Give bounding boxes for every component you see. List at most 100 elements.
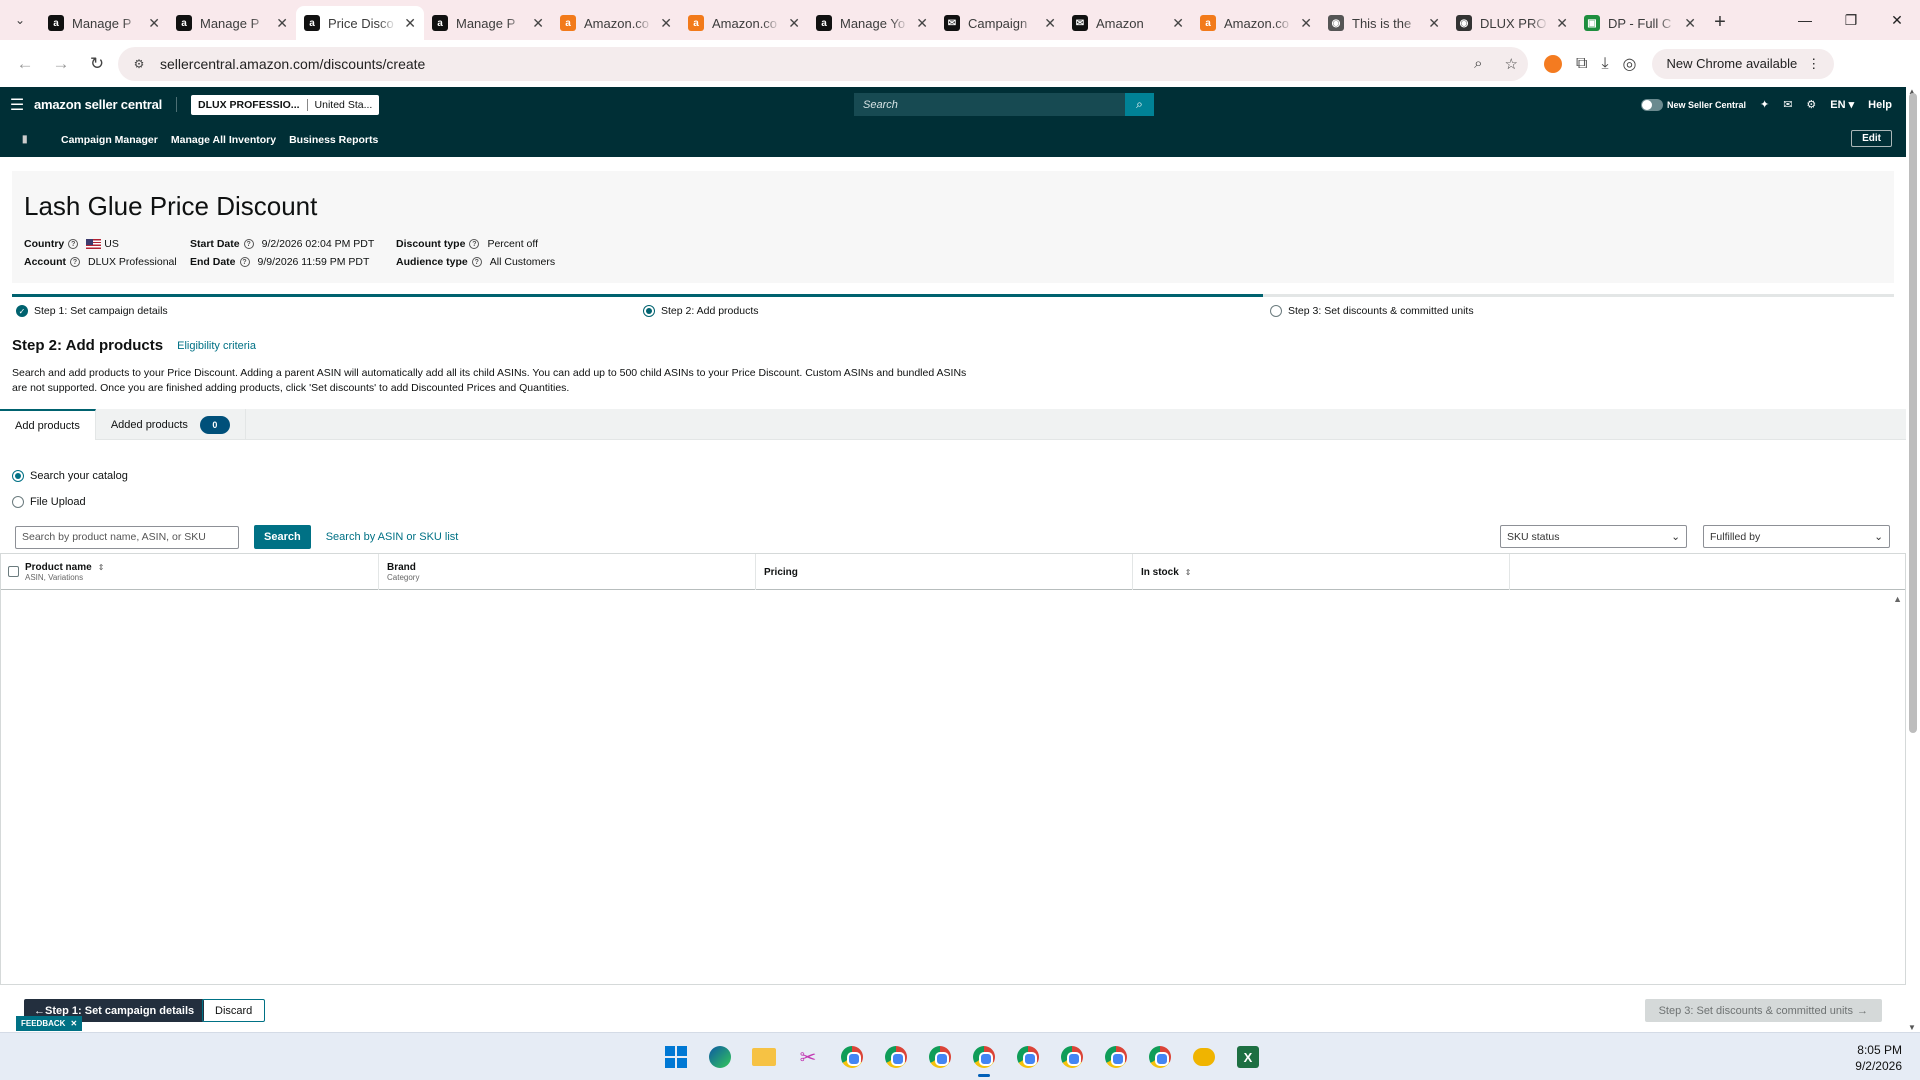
- nav-campaign-manager[interactable]: Campaign Manager: [61, 134, 158, 146]
- tab-close-icon[interactable]: ✕: [1300, 15, 1312, 32]
- download-icon[interactable]: ⤓: [1601, 55, 1608, 73]
- tab-search-icon[interactable]: ⌄: [0, 0, 40, 40]
- close-window-icon[interactable]: ✕: [1874, 0, 1920, 40]
- sku-status-select[interactable]: SKU status ⌄: [1500, 525, 1687, 548]
- chrome-icon[interactable]: [968, 1041, 1000, 1077]
- chrome-icon[interactable]: [1100, 1041, 1132, 1073]
- browser-tab[interactable]: ◉ This is the ✕: [1320, 6, 1448, 40]
- excel-icon[interactable]: X: [1232, 1041, 1264, 1073]
- edit-nav-button[interactable]: Edit: [1851, 130, 1892, 147]
- help-icon[interactable]: ?: [70, 257, 80, 267]
- account-switcher[interactable]: DLUX PROFESSIO... United Sta...: [191, 94, 380, 115]
- extension-icon[interactable]: [1544, 54, 1562, 73]
- browser-tab[interactable]: a Amazon.co ✕: [1192, 6, 1320, 40]
- next-step3-button[interactable]: Step 3: Set discounts & committed units →: [1644, 999, 1882, 1022]
- seller-central-logo[interactable]: amazon seller central: [34, 97, 178, 112]
- kebab-menu-icon[interactable]: ⋮: [1807, 56, 1820, 72]
- new-tab-button[interactable]: +: [1704, 11, 1736, 34]
- browser-tab[interactable]: a Manage P ✕: [424, 6, 552, 40]
- tab-close-icon[interactable]: ✕: [276, 15, 288, 32]
- site-info-icon[interactable]: ⚙: [128, 53, 150, 75]
- help-icon[interactable]: ?: [469, 239, 480, 249]
- bookmark-icon[interactable]: ▮: [0, 134, 48, 145]
- tab-close-icon[interactable]: ✕: [788, 15, 800, 32]
- eligibility-criteria-link[interactable]: Eligibility criteria: [177, 340, 256, 352]
- tab-close-icon[interactable]: ✕: [1684, 15, 1696, 32]
- system-clock[interactable]: 8:05 PM 9/2/2026: [1855, 1042, 1902, 1074]
- radio-search-catalog[interactable]: Search your catalog: [12, 463, 128, 489]
- start-icon[interactable]: [660, 1041, 692, 1073]
- help-link[interactable]: Help: [1868, 99, 1892, 111]
- tab-added-products[interactable]: Added products 0: [96, 409, 246, 440]
- language-selector[interactable]: EN ▾: [1830, 98, 1854, 111]
- scroll-down-arrow-icon[interactable]: ▼: [1908, 1023, 1916, 1032]
- browser-tab[interactable]: a Price Disco ✕: [296, 6, 424, 40]
- fulfilled-by-select[interactable]: Fulfilled by ⌄: [1703, 525, 1890, 548]
- close-icon[interactable]: ✕: [70, 1019, 77, 1028]
- tab-close-icon[interactable]: ✕: [404, 15, 416, 32]
- search-icon[interactable]: ⌕: [1125, 93, 1154, 116]
- help-icon[interactable]: ?: [68, 239, 79, 249]
- discard-button[interactable]: Discard: [202, 999, 266, 1022]
- tab-close-icon[interactable]: ✕: [532, 15, 544, 32]
- zoom-icon[interactable]: ⌕: [1474, 55, 1482, 72]
- page-scrollbar[interactable]: ▲ ▼: [1906, 87, 1920, 1032]
- browser-tab[interactable]: a Manage P ✕: [168, 6, 296, 40]
- chat-icon[interactable]: [1188, 1041, 1220, 1073]
- restore-icon[interactable]: ❐: [1828, 0, 1874, 40]
- header-search-input[interactable]: [854, 93, 1125, 116]
- feedback-button[interactable]: FEEDBACK ✕: [16, 1016, 83, 1031]
- browser-tab[interactable]: a Manage Yo ✕: [808, 6, 936, 40]
- new-seller-central-toggle[interactable]: New Seller Central: [1640, 98, 1746, 111]
- hamburger-menu-icon[interactable]: ☰: [0, 95, 34, 115]
- chrome-icon[interactable]: [880, 1041, 912, 1073]
- puzzle-icon[interactable]: ⧉: [1576, 55, 1587, 73]
- bookmark-star-icon[interactable]: ☆: [1505, 55, 1518, 73]
- browser-tab[interactable]: ▣ DP - Full C ✕: [1576, 6, 1704, 40]
- tab-close-icon[interactable]: ✕: [148, 15, 160, 32]
- radio-selected-icon[interactable]: [12, 470, 24, 482]
- mail-icon[interactable]: ✉: [1783, 98, 1792, 111]
- help-icon[interactable]: ?: [239, 257, 250, 267]
- browser-tab[interactable]: ✉ Campaign ✕: [936, 6, 1064, 40]
- col-in-stock[interactable]: In stock ⇕: [1132, 554, 1509, 590]
- tab-close-icon[interactable]: ✕: [1172, 15, 1184, 32]
- address-bar[interactable]: ⚙ sellercentral.amazon.com/discounts/cre…: [118, 46, 1528, 81]
- help-icon[interactable]: ?: [471, 257, 482, 267]
- reload-icon[interactable]: ↻: [82, 49, 112, 79]
- radio-unselected-icon[interactable]: [12, 496, 24, 508]
- asin-list-link[interactable]: Search by ASIN or SKU list: [326, 531, 459, 543]
- tab-close-icon[interactable]: ✕: [1044, 15, 1056, 32]
- tab-close-icon[interactable]: ✕: [916, 15, 928, 32]
- tab-close-icon[interactable]: ✕: [1556, 15, 1568, 32]
- radio-file-upload[interactable]: File Upload: [12, 489, 128, 515]
- minimize-icon[interactable]: —: [1782, 0, 1828, 40]
- scrollbar-thumb[interactable]: [1909, 93, 1917, 733]
- col-product-name[interactable]: Product name ⇕ ASIN, Variations: [17, 554, 378, 590]
- file-explorer-icon[interactable]: [748, 1041, 780, 1073]
- settings-gear-icon[interactable]: ⚙: [1806, 98, 1816, 111]
- back-icon[interactable]: ←: [10, 49, 40, 79]
- edge-icon[interactable]: [704, 1041, 736, 1073]
- tab-close-icon[interactable]: ✕: [660, 15, 672, 32]
- nav-business-reports[interactable]: Business Reports: [289, 134, 378, 146]
- browser-tab[interactable]: ◉ DLUX PRO ✕: [1448, 6, 1576, 40]
- step-3[interactable]: Step 3: Set discounts & committed units: [1270, 305, 1474, 317]
- forward-icon[interactable]: →: [46, 49, 76, 79]
- product-search-input[interactable]: [15, 525, 239, 549]
- tab-add-products[interactable]: Add products: [0, 409, 96, 440]
- step-1[interactable]: ✓ Step 1: Set campaign details: [16, 305, 168, 317]
- sparkle-icon[interactable]: ✦: [1760, 98, 1769, 111]
- url-text[interactable]: sellercentral.amazon.com/discounts/creat…: [160, 56, 1452, 72]
- tab-close-icon[interactable]: ✕: [1428, 15, 1440, 32]
- chrome-icon[interactable]: [924, 1041, 956, 1073]
- help-icon[interactable]: ?: [243, 239, 254, 249]
- browser-tab[interactable]: ✉ Amazon ✕: [1064, 6, 1192, 40]
- profile-icon[interactable]: ◎: [1623, 54, 1637, 74]
- chrome-icon[interactable]: [1012, 1041, 1044, 1073]
- search-button[interactable]: Search: [254, 525, 311, 549]
- snipping-tool-icon[interactable]: ✂: [792, 1041, 824, 1073]
- chrome-icon[interactable]: [1056, 1041, 1088, 1073]
- browser-tab[interactable]: a Amazon.co ✕: [552, 6, 680, 40]
- step-2[interactable]: Step 2: Add products: [643, 305, 758, 317]
